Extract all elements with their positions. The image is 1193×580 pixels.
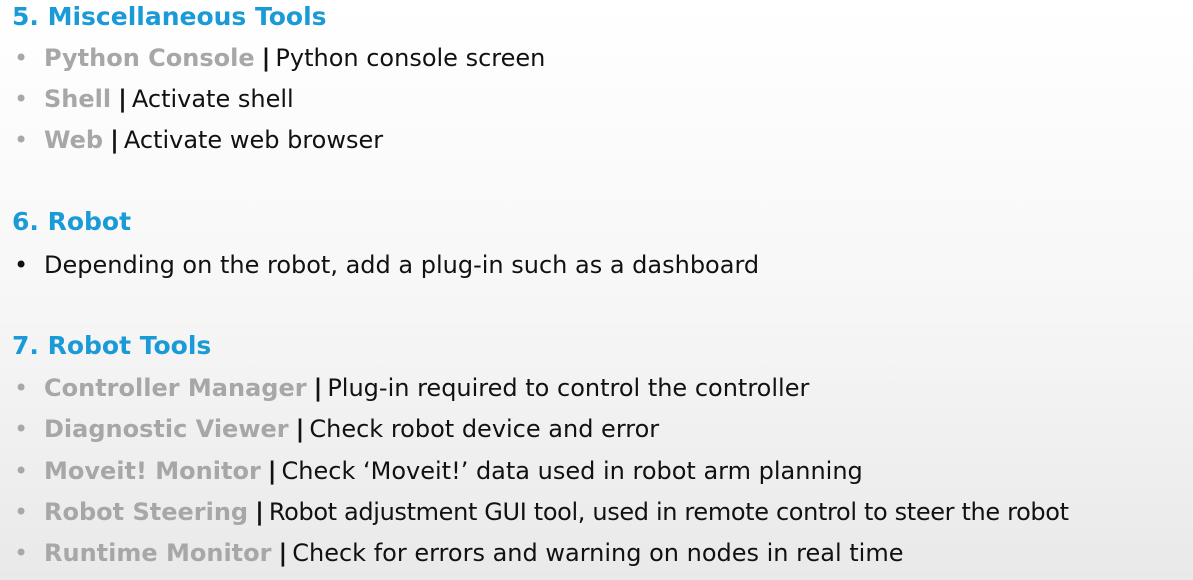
item-description: Check robot device and error [309, 415, 660, 443]
list-item: • Python Console | Python console screen [14, 41, 545, 75]
item-term: Web [44, 126, 104, 154]
item-separator: | [261, 44, 271, 72]
bullet-icon: • [14, 374, 29, 402]
list-item: • Robot Steering | Robot adjustment GUI too… [14, 495, 1069, 529]
section-heading: 7. Robot Tools [12, 331, 212, 360]
list-item: • Depending on the robot, add a plug-in s… [14, 248, 759, 282]
list-item: • Controller Manager | Plug-in required to … [14, 371, 809, 405]
bullet-icon: • [14, 498, 29, 526]
item-separator: | [295, 415, 305, 443]
bullet-icon: • [14, 44, 29, 72]
item-separator: | [313, 374, 323, 402]
item-separator: | [118, 85, 127, 113]
bullet-icon: • [14, 415, 29, 443]
list-item: • Web | Activate web browser [14, 123, 383, 157]
list-item: • Shell | Activate shell [14, 82, 294, 116]
item-separator: | [255, 498, 264, 526]
item-separator: | [278, 539, 288, 567]
list-item: • Moveit! Monitor | Check ‘Moveit!’ data us… [14, 454, 863, 488]
item-description: Plug-in required to control the controll… [327, 374, 810, 402]
item-term: Shell [44, 85, 112, 113]
item-description: Depending on the robot, add a plug-in su… [44, 251, 760, 279]
bullet-icon: • [14, 251, 29, 279]
bullet-icon: • [14, 126, 29, 154]
item-term: Controller Manager [44, 374, 307, 402]
item-description: Activate web browser [123, 126, 384, 154]
item-term: Robot Steering [44, 498, 249, 526]
item-description: Check for errors and warning on nodes in… [292, 539, 904, 567]
item-term: Python Console [44, 44, 255, 72]
section-heading: 5. Miscellaneous Tools [12, 2, 327, 31]
bullet-icon: • [14, 457, 29, 485]
item-description: Python console screen [275, 44, 546, 72]
item-separator: | [267, 457, 277, 485]
list-item: • Diagnostic Viewer | Check robot device an… [14, 412, 659, 446]
section-heading: 6. Robot [12, 207, 132, 236]
item-term: Runtime Monitor [44, 539, 272, 567]
bullet-icon: • [14, 85, 29, 113]
item-description: Activate shell [131, 85, 294, 113]
bullet-icon: • [14, 539, 29, 567]
item-separator: | [110, 126, 119, 154]
item-description: Check ‘Moveit!’ data used in robot arm p… [281, 457, 863, 485]
item-term: Diagnostic Viewer [44, 415, 289, 443]
item-description: Robot adjustment GUI tool, used in remot… [268, 498, 1069, 526]
list-item: • Runtime Monitor | Check for errors and wa… [14, 536, 903, 570]
item-term: Moveit! Monitor [44, 457, 261, 485]
